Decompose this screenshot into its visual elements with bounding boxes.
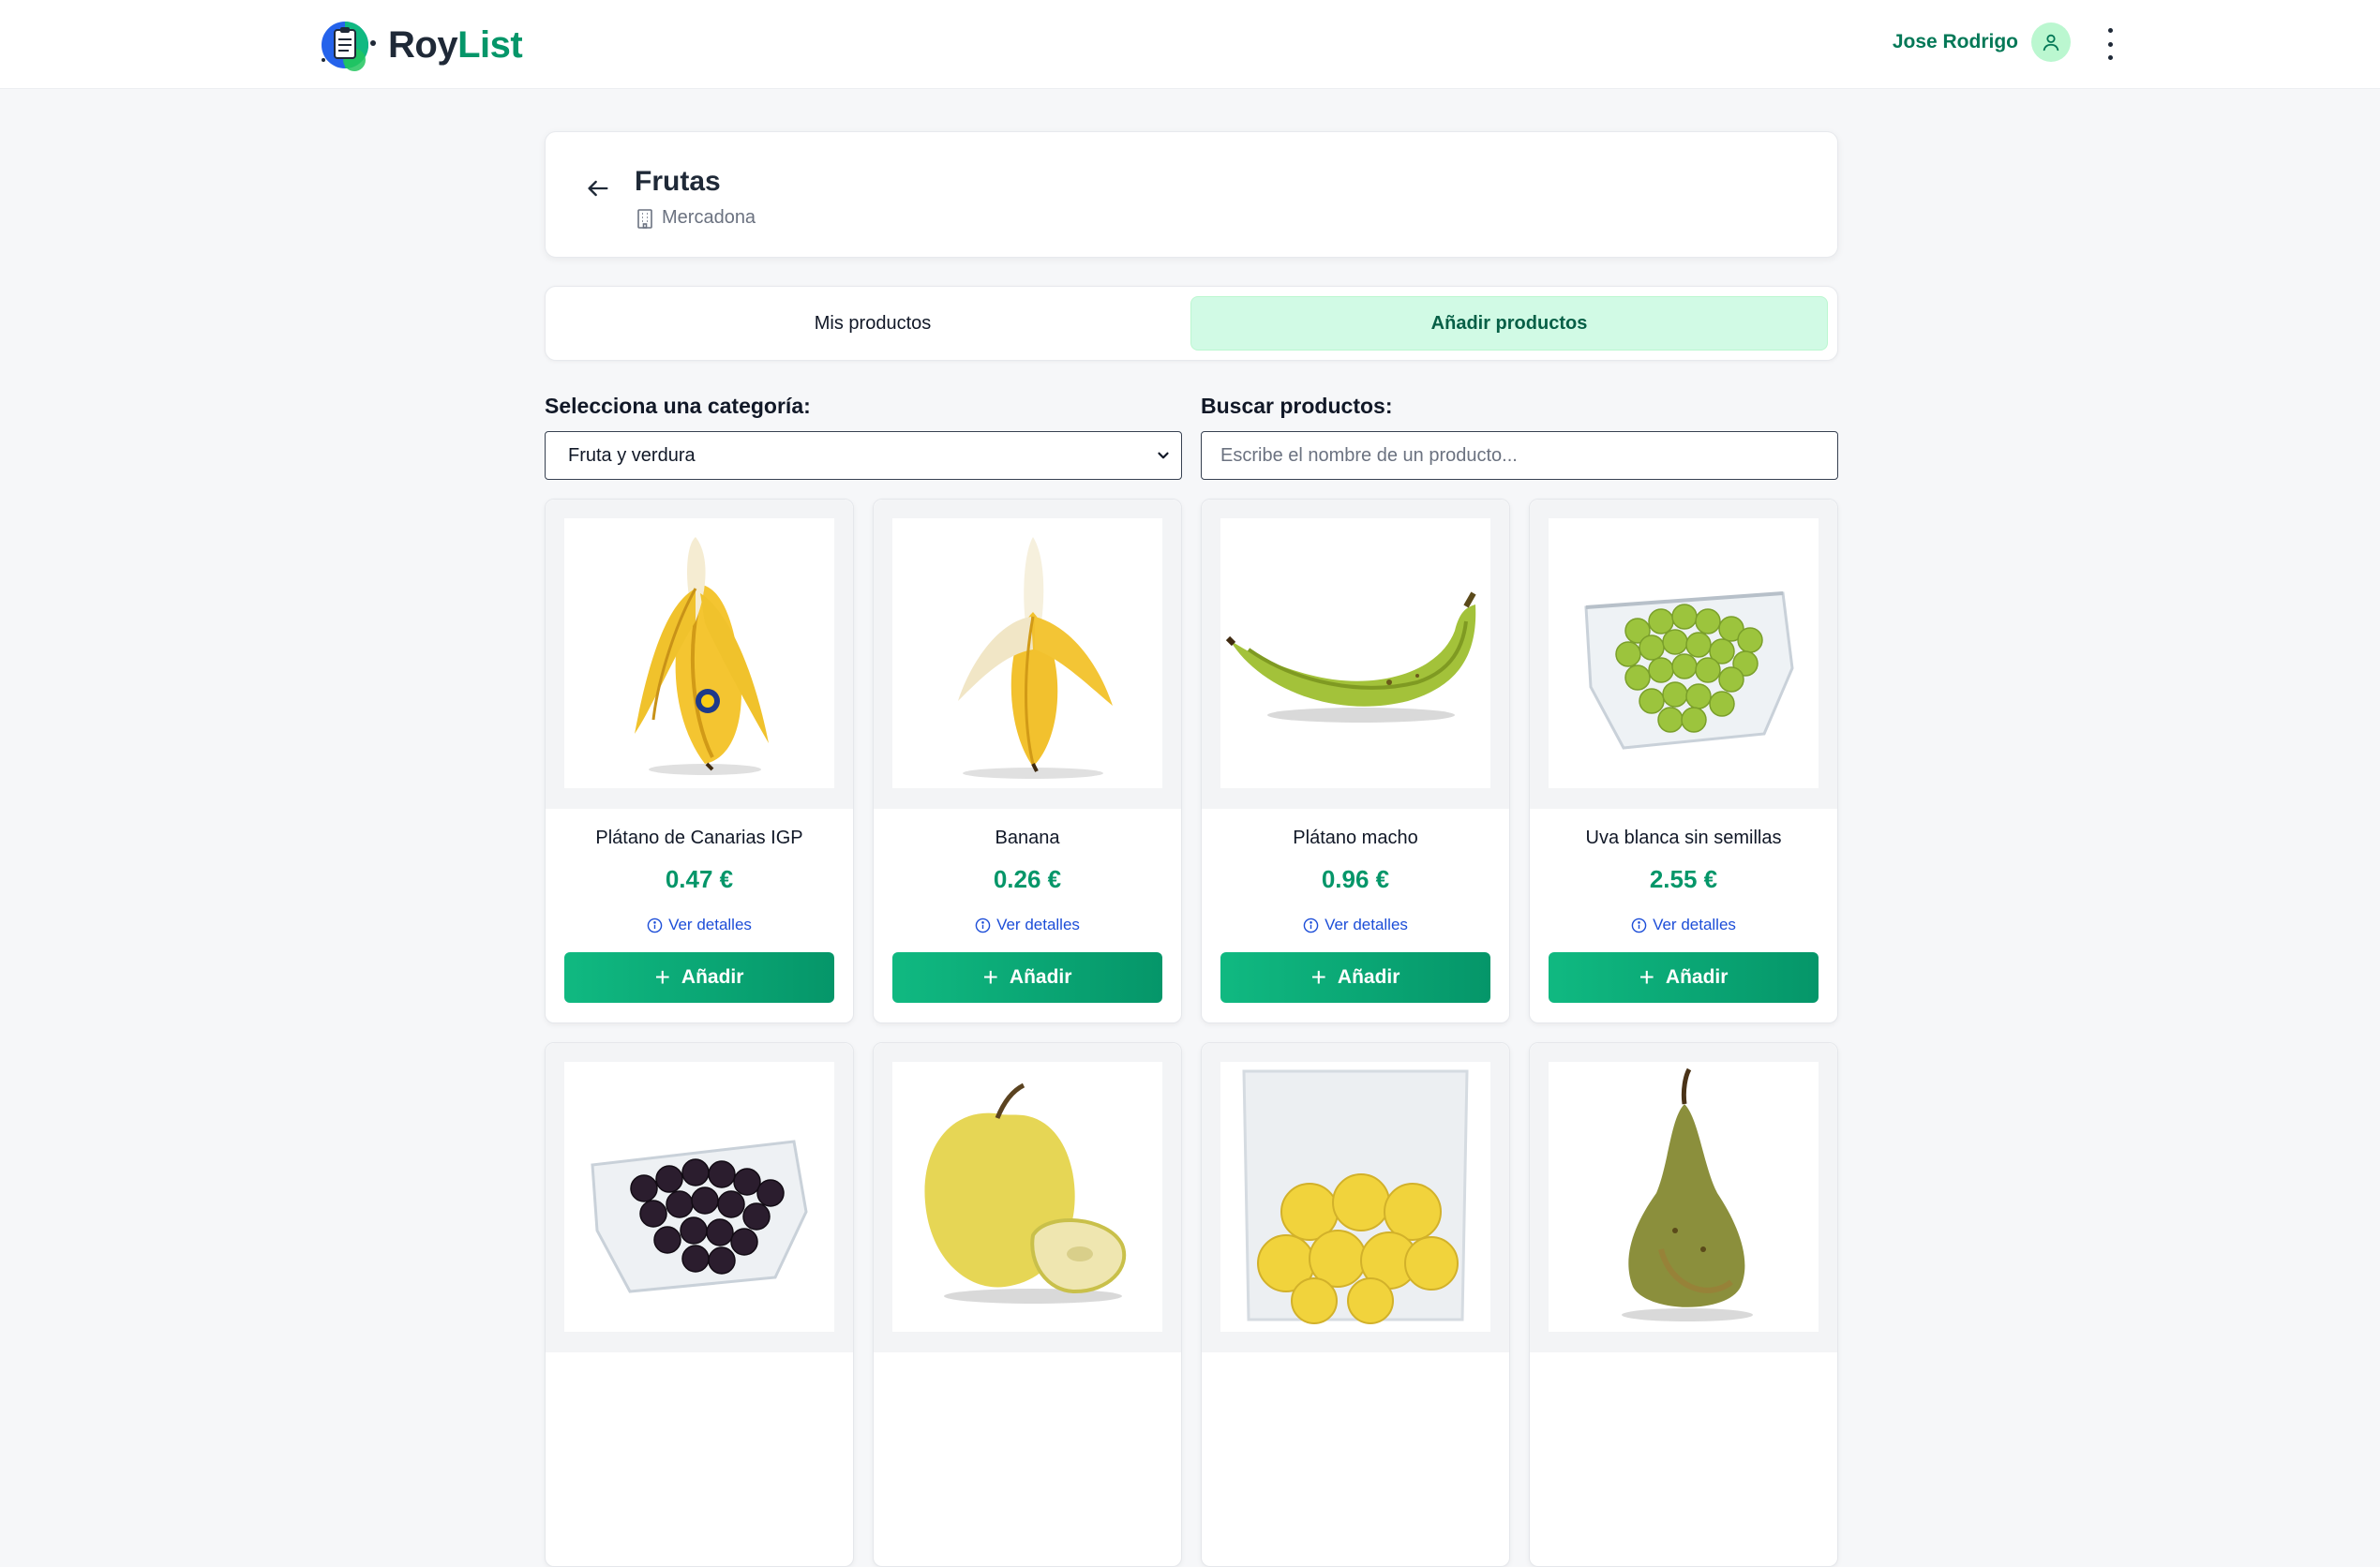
user-icon <box>2043 34 2059 52</box>
product-price: 0.47 € <box>665 865 734 893</box>
product-card: Uva blanca sin semillas 2.55 € Ver detal… <box>1529 499 1838 1023</box>
product-image[interactable] <box>1549 518 1819 788</box>
product-image[interactable] <box>564 1062 834 1332</box>
product-name: Uva blanca sin semillas <box>1585 828 1782 848</box>
peeled-banana-sticker-image <box>635 537 769 775</box>
user-name: Jose Rodrigo <box>1892 31 2018 52</box>
product-card <box>873 1042 1182 1567</box>
add-product-button[interactable]: + Añadir <box>564 952 834 1003</box>
add-product-button[interactable]: + Añadir <box>892 952 1162 1003</box>
product-image[interactable] <box>892 1062 1162 1332</box>
building-icon <box>637 208 652 229</box>
product-image[interactable] <box>892 518 1162 788</box>
black-grapes-tray-image <box>591 1140 808 1293</box>
list-header-card: Frutas Mercadona <box>545 131 1838 258</box>
tab-anadir-productos[interactable]: Añadir productos <box>1190 296 1828 351</box>
view-details-link[interactable]: Ver detalles <box>1202 916 1509 934</box>
info-icon <box>647 918 663 933</box>
view-details-link[interactable]: Ver detalles <box>1530 916 1837 934</box>
product-name: Plátano de Canarias IGP <box>595 828 803 848</box>
page-title: Frutas <box>635 166 721 197</box>
product-price: 0.96 € <box>1321 865 1390 893</box>
category-select-value: Fruta y verdura <box>568 444 696 466</box>
product-image-frame <box>1202 1043 1509 1352</box>
add-button-label: Añadir <box>681 966 744 988</box>
category-select[interactable]: Fruta y verdura <box>545 431 1182 480</box>
user-menu[interactable]: Jose Rodrigo <box>1893 22 2071 62</box>
product-image[interactable] <box>1549 1062 1819 1332</box>
product-image[interactable] <box>1220 1062 1490 1332</box>
chevron-down-icon <box>1158 452 1169 459</box>
view-details-link[interactable]: Ver detalles <box>546 916 853 934</box>
plus-icon: + <box>1639 963 1654 992</box>
brand-logo-link[interactable]: RoyList <box>319 19 523 71</box>
info-icon <box>1303 918 1319 933</box>
product-price: 2.55 € <box>1649 865 1718 893</box>
product-price: 0.26 € <box>993 865 1062 893</box>
apples-bag-image <box>1242 1069 1469 1324</box>
search-label: Buscar productos: <box>1201 394 1393 418</box>
peeled-banana-image <box>958 537 1113 779</box>
view-details-label: Ver detalles <box>996 916 1080 933</box>
info-icon <box>975 918 991 933</box>
product-image-frame <box>546 500 853 809</box>
avatar <box>2031 22 2071 62</box>
add-product-button[interactable]: + Añadir <box>1220 952 1490 1003</box>
tab-bar: Mis productos Añadir productos <box>545 286 1838 361</box>
product-grid: Plátano de Canarias IGP 0.47 € Ver detal… <box>545 499 1838 1567</box>
product-card <box>1201 1042 1510 1567</box>
info-icon <box>1631 918 1647 933</box>
product-name: Plátano macho <box>1293 828 1418 848</box>
kebab-menu-icon[interactable] <box>2103 28 2118 60</box>
product-image[interactable] <box>1220 518 1490 788</box>
store-name: Mercadona <box>662 207 756 228</box>
white-grapes-tray-image <box>1584 591 1794 750</box>
product-card: Plátano de Canarias IGP 0.47 € Ver detal… <box>545 499 854 1023</box>
add-button-label: Añadir <box>1009 966 1072 988</box>
yellow-apple-image <box>924 1082 1126 1304</box>
top-navbar: RoyList Jose Rodrigo <box>0 0 2380 89</box>
plus-icon: + <box>1310 963 1326 992</box>
product-card <box>1529 1042 1838 1567</box>
product-image-frame <box>874 500 1181 809</box>
product-image-frame <box>1530 1043 1837 1352</box>
view-details-label: Ver detalles <box>1653 916 1736 933</box>
plus-icon: + <box>982 963 998 992</box>
product-image-frame <box>546 1043 853 1352</box>
view-details-label: Ver detalles <box>1325 916 1408 933</box>
category-label: Selecciona una categoría: <box>545 394 811 418</box>
green-plantain-image <box>1225 591 1476 723</box>
pear-image <box>1622 1067 1753 1321</box>
tab-mis-productos[interactable]: Mis productos <box>555 296 1190 351</box>
clipboard-logo-icon <box>322 22 376 71</box>
product-card: Plátano macho 0.96 € Ver detalles + Añadi… <box>1201 499 1510 1023</box>
product-image-frame <box>1530 500 1837 809</box>
product-card <box>545 1042 854 1567</box>
product-image[interactable] <box>564 518 834 788</box>
view-details-label: Ver detalles <box>668 916 752 933</box>
product-image-frame <box>874 1043 1181 1352</box>
product-card: Banana 0.26 € Ver detalles + Añadir <box>873 499 1182 1023</box>
view-details-link[interactable]: Ver detalles <box>874 916 1181 934</box>
arrow-left-icon <box>588 180 608 197</box>
plus-icon: + <box>654 963 670 992</box>
add-product-button[interactable]: + Añadir <box>1549 952 1819 1003</box>
product-name: Banana <box>995 828 1060 848</box>
add-button-label: Añadir <box>1337 966 1400 988</box>
add-button-label: Añadir <box>1665 966 1729 988</box>
store-info: Mercadona <box>636 207 756 229</box>
back-button[interactable] <box>579 170 617 207</box>
brand-name: RoyList <box>388 23 523 66</box>
search-input[interactable] <box>1201 431 1838 480</box>
product-image-frame <box>1202 500 1509 809</box>
